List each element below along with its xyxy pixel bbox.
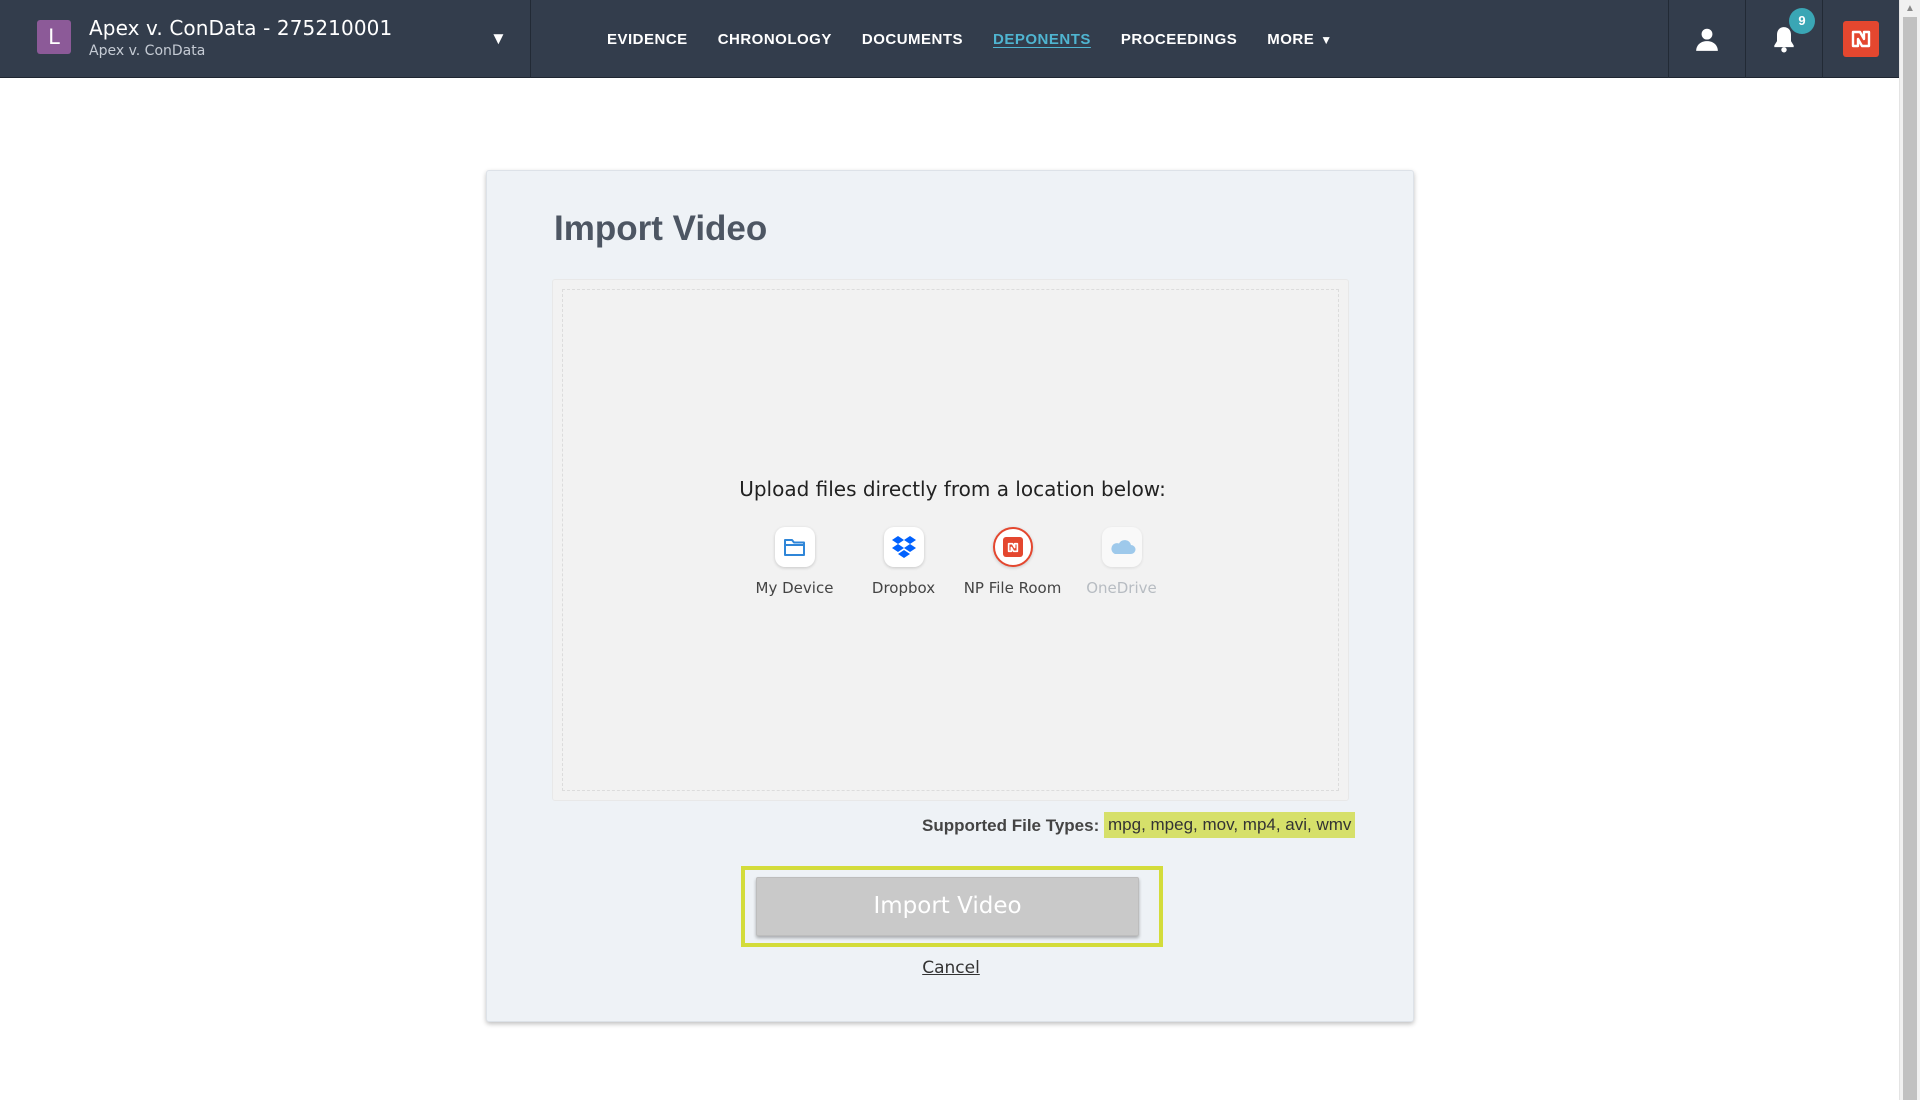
onedrive-icon bbox=[1101, 527, 1142, 567]
np-file-room-icon bbox=[992, 527, 1033, 567]
profile-button[interactable] bbox=[1668, 0, 1745, 78]
dropbox-icon bbox=[883, 527, 924, 567]
nav-evidence[interactable]: EVIDENCE bbox=[607, 31, 688, 48]
caret-down-icon: ▼ bbox=[1320, 32, 1333, 47]
notifications-button[interactable]: 9 bbox=[1745, 0, 1822, 78]
drop-zone-border: Upload files directly from a location be… bbox=[562, 289, 1339, 791]
brand-button[interactable] bbox=[1822, 0, 1899, 78]
folder-icon bbox=[774, 527, 815, 567]
cancel-link[interactable]: Cancel bbox=[487, 958, 1415, 978]
import-video-button[interactable]: Import Video bbox=[756, 877, 1139, 936]
source-dropbox[interactable]: Dropbox bbox=[849, 527, 958, 597]
source-label: Dropbox bbox=[871, 579, 936, 597]
user-icon bbox=[1696, 28, 1718, 51]
source-label: My Device bbox=[755, 579, 834, 597]
file-drop-zone[interactable]: Upload files directly from a location be… bbox=[552, 279, 1349, 801]
supported-file-types-label: Supported File Types: bbox=[922, 816, 1100, 835]
case-switcher[interactable]: L Apex v. ConData - 275210001 Apex v. Co… bbox=[0, 0, 531, 78]
nav-chronology[interactable]: CHRONOLOGY bbox=[718, 31, 832, 48]
nav-proceedings[interactable]: PROCEEDINGS bbox=[1121, 31, 1237, 48]
dialog-title: Import Video bbox=[554, 209, 768, 248]
case-title: Apex v. ConData - 275210001 bbox=[89, 16, 393, 40]
scroll-thumb[interactable] bbox=[1903, 17, 1917, 1100]
nav-documents[interactable]: DOCUMENTS bbox=[862, 31, 963, 48]
import-video-dialog: Import Video Upload files directly from … bbox=[486, 170, 1414, 1022]
scroll-up-arrow-icon[interactable]: ▲ bbox=[1900, 0, 1920, 17]
source-np-file-room[interactable]: NP File Room bbox=[958, 527, 1067, 597]
source-my-device[interactable]: My Device bbox=[740, 527, 849, 597]
upload-prompt: Upload files directly from a location be… bbox=[739, 477, 1166, 501]
case-subtitle: Apex v. ConData bbox=[89, 43, 206, 59]
top-navigation-bar: L Apex v. ConData - 275210001 Apex v. Co… bbox=[0, 0, 1899, 78]
import-button-highlight: Import Video bbox=[741, 866, 1163, 947]
source-label: NP File Room bbox=[963, 579, 1062, 597]
np-logo-icon bbox=[1843, 21, 1879, 57]
notification-count-badge: 9 bbox=[1789, 8, 1815, 34]
case-avatar: L bbox=[37, 20, 71, 54]
page-scrollbar[interactable]: ▲ bbox=[1899, 0, 1920, 1100]
chevron-down-icon[interactable]: ▼ bbox=[490, 30, 507, 47]
nav-more-label: MORE bbox=[1267, 30, 1315, 48]
main-nav: EVIDENCE CHRONOLOGY DOCUMENTS DEPONENTS … bbox=[607, 0, 1363, 78]
nav-more[interactable]: MORE ▼ bbox=[1267, 31, 1332, 48]
supported-file-types-value: mpg, mpeg, mov, mp4, avi, wmv bbox=[1104, 812, 1356, 838]
nav-deponents[interactable]: DEPONENTS bbox=[993, 31, 1091, 48]
source-label: OneDrive bbox=[1086, 579, 1157, 597]
source-onedrive[interactable]: OneDrive bbox=[1067, 527, 1176, 597]
upload-sources: My Device Dropbox NP File Room OneDrive bbox=[740, 527, 1176, 597]
